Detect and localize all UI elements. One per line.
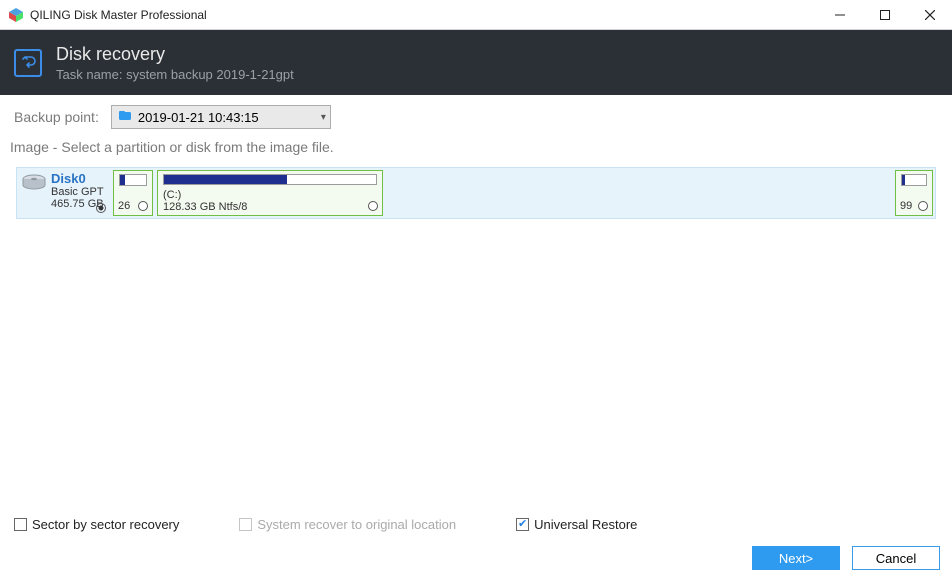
backup-point-label: Backup point: bbox=[10, 109, 99, 125]
footer: Sector by sector recovery System recover… bbox=[0, 509, 952, 582]
usage-bar bbox=[901, 174, 927, 186]
disk-type: Basic GPT bbox=[51, 186, 104, 198]
chevron-down-icon: ▾ bbox=[321, 112, 326, 123]
usage-fill bbox=[120, 175, 125, 185]
usage-fill bbox=[902, 175, 905, 185]
maximize-button[interactable] bbox=[862, 0, 907, 29]
page-subtitle: Task name: system backup 2019-1-21gpt bbox=[56, 67, 294, 82]
option-sector[interactable]: Sector by sector recovery bbox=[14, 517, 179, 532]
usage-bar bbox=[119, 174, 147, 186]
disk-row-spacer bbox=[387, 170, 891, 216]
partition-size-trunc: 26 bbox=[118, 200, 130, 212]
instruction-text: Image - Select a partition or disk from … bbox=[10, 139, 942, 155]
option-universal[interactable]: Universal Restore bbox=[516, 517, 637, 532]
window-title: QILING Disk Master Professional bbox=[30, 8, 817, 22]
partition-radio[interactable] bbox=[918, 201, 928, 211]
option-sector-label: Sector by sector recovery bbox=[32, 517, 179, 532]
options-row: Sector by sector recovery System recover… bbox=[12, 517, 940, 532]
partition-radio[interactable] bbox=[368, 201, 378, 211]
backup-file-icon bbox=[118, 110, 132, 125]
app-icon bbox=[8, 7, 24, 23]
page-header: Disk recovery Task name: system backup 2… bbox=[0, 30, 952, 95]
backup-point-row: Backup point: 2019-01-21 10:43:15 ▾ bbox=[10, 105, 942, 129]
checkbox-icon bbox=[14, 518, 27, 531]
option-universal-label: Universal Restore bbox=[534, 517, 637, 532]
next-button[interactable]: Next> bbox=[752, 546, 840, 570]
option-original-label: System recover to original location bbox=[257, 517, 456, 532]
partition-size-trunc: 99 bbox=[900, 200, 912, 212]
checkbox-icon bbox=[239, 518, 252, 531]
titlebar: QILING Disk Master Professional bbox=[0, 0, 952, 30]
partition-label: (C:) bbox=[163, 189, 377, 201]
usage-fill bbox=[164, 175, 287, 184]
minimize-button[interactable] bbox=[817, 0, 862, 29]
window-controls bbox=[817, 0, 952, 29]
option-original: System recover to original location bbox=[239, 517, 456, 532]
disk-radio[interactable] bbox=[96, 203, 106, 213]
partition-item[interactable]: 99 bbox=[895, 170, 933, 216]
partition-radio[interactable] bbox=[138, 201, 148, 211]
disk-info[interactable]: Disk0 Basic GPT 465.75 GB bbox=[19, 170, 109, 216]
recovery-icon bbox=[14, 49, 42, 77]
cancel-button[interactable]: Cancel bbox=[852, 546, 940, 570]
close-button[interactable] bbox=[907, 0, 952, 29]
disk-row: Disk0 Basic GPT 465.75 GB 26 (C:) 128.33… bbox=[16, 167, 936, 219]
partition-item[interactable]: (C:) 128.33 GB Ntfs/8 bbox=[157, 170, 383, 216]
page-title: Disk recovery bbox=[56, 44, 294, 65]
content-area: Backup point: 2019-01-21 10:43:15 ▾ Imag… bbox=[0, 95, 952, 219]
hard-disk-icon bbox=[21, 173, 47, 198]
backup-point-value: 2019-01-21 10:43:15 bbox=[138, 110, 259, 125]
footer-buttons: Next> Cancel bbox=[12, 546, 940, 570]
header-titles: Disk recovery Task name: system backup 2… bbox=[56, 44, 294, 82]
partition-size: 128.33 GB Ntfs/8 bbox=[163, 201, 377, 213]
backup-point-dropdown[interactable]: 2019-01-21 10:43:15 ▾ bbox=[111, 105, 331, 129]
checkbox-icon bbox=[516, 518, 529, 531]
disk-name: Disk0 bbox=[51, 172, 104, 186]
partition-item[interactable]: 26 bbox=[113, 170, 153, 216]
usage-bar bbox=[163, 174, 377, 185]
